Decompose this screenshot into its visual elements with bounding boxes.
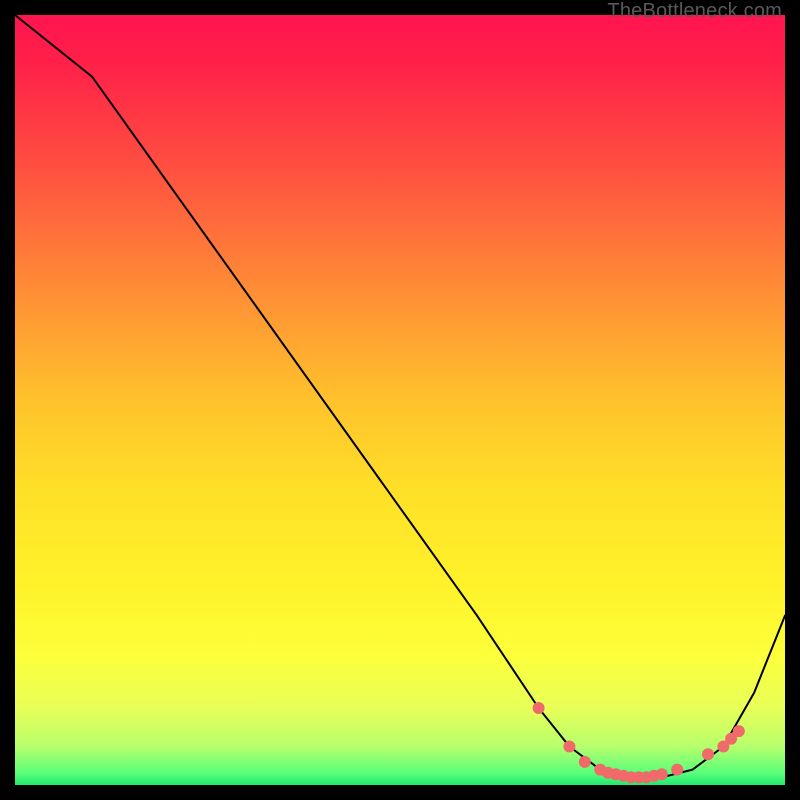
watermark-label: TheBottleneck.com	[607, 0, 782, 23]
sample-point	[533, 702, 545, 714]
bottleneck-chart	[15, 15, 785, 785]
sample-point	[656, 768, 668, 780]
sample-point	[733, 725, 745, 737]
sample-point	[671, 764, 683, 776]
sample-point	[563, 741, 575, 753]
sample-point	[579, 756, 591, 768]
sample-point	[702, 748, 714, 760]
